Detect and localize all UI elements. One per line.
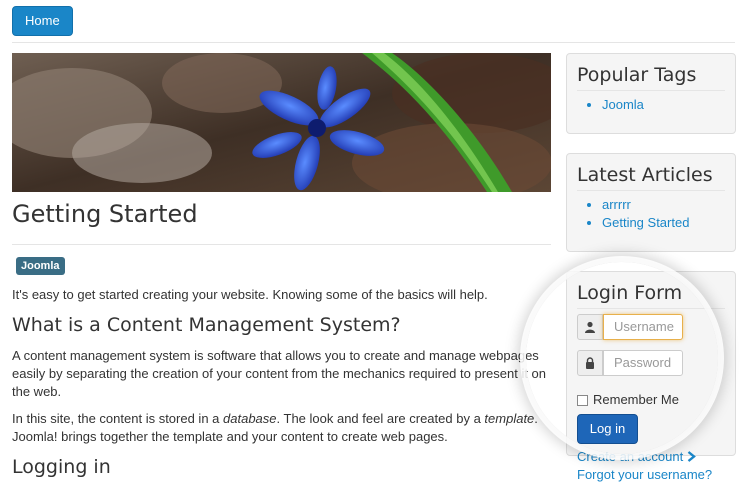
- tag-link-joomla[interactable]: Joomla: [602, 97, 644, 112]
- popular-tags-module: Popular Tags Joomla: [566, 53, 736, 134]
- login-button[interactable]: Log in: [577, 414, 638, 444]
- top-navigation: Home: [0, 0, 743, 42]
- title-divider: [12, 244, 551, 245]
- section-text-database: In this site, the content is stored in a…: [12, 410, 550, 446]
- flower-image: [12, 53, 551, 192]
- section-text-cms: A content management system is software …: [12, 348, 547, 399]
- hero-image: [12, 53, 551, 192]
- article-link-getting-started[interactable]: Getting Started: [602, 215, 689, 230]
- lock-icon: [577, 350, 603, 376]
- home-button[interactable]: Home: [12, 6, 73, 36]
- login-form-module: Login Form Username Password Remember Me…: [566, 271, 736, 456]
- module-divider: [577, 90, 725, 91]
- user-icon: [577, 314, 603, 340]
- section-heading-cms: What is a Content Management System?: [12, 314, 401, 336]
- article-link-arrrrr[interactable]: arrrrr: [602, 197, 631, 212]
- module-title: Popular Tags: [577, 64, 697, 86]
- remember-me-checkbox[interactable]: [577, 395, 588, 406]
- username-input[interactable]: Username: [603, 314, 683, 340]
- module-divider: [577, 190, 725, 191]
- section-heading-login: Logging in: [12, 456, 111, 478]
- list-item: Getting Started: [602, 214, 689, 232]
- emphasis-template: template: [484, 411, 535, 426]
- page-title: Getting Started: [12, 200, 198, 228]
- latest-articles-module: Latest Articles arrrrr Getting Started: [566, 153, 736, 252]
- emphasis-database: database: [223, 411, 277, 426]
- module-title: Login Form: [577, 282, 683, 304]
- text-part: . The look and feel are created by a: [276, 411, 485, 426]
- remember-me-label: Remember Me: [593, 392, 679, 407]
- nav-divider: [12, 42, 735, 43]
- text-part: In this site, the content is stored in a: [12, 411, 224, 426]
- chevron-right-icon: [687, 451, 696, 462]
- list-item: Joomla: [602, 96, 644, 114]
- forgot-username-link[interactable]: Forgot your username?: [577, 467, 712, 482]
- password-input[interactable]: Password: [603, 350, 683, 376]
- list-item: arrrrr: [602, 196, 689, 214]
- tag-badge[interactable]: Joomla: [16, 257, 65, 275]
- intro-text: It's easy to get started creating your w…: [12, 287, 488, 302]
- tags-list: Joomla: [567, 96, 644, 114]
- create-account-text: Create an account: [577, 449, 684, 464]
- articles-list: arrrrr Getting Started: [567, 196, 689, 232]
- module-title: Latest Articles: [577, 164, 713, 186]
- module-divider: [577, 308, 725, 309]
- create-account-link[interactable]: Create an account: [577, 449, 696, 464]
